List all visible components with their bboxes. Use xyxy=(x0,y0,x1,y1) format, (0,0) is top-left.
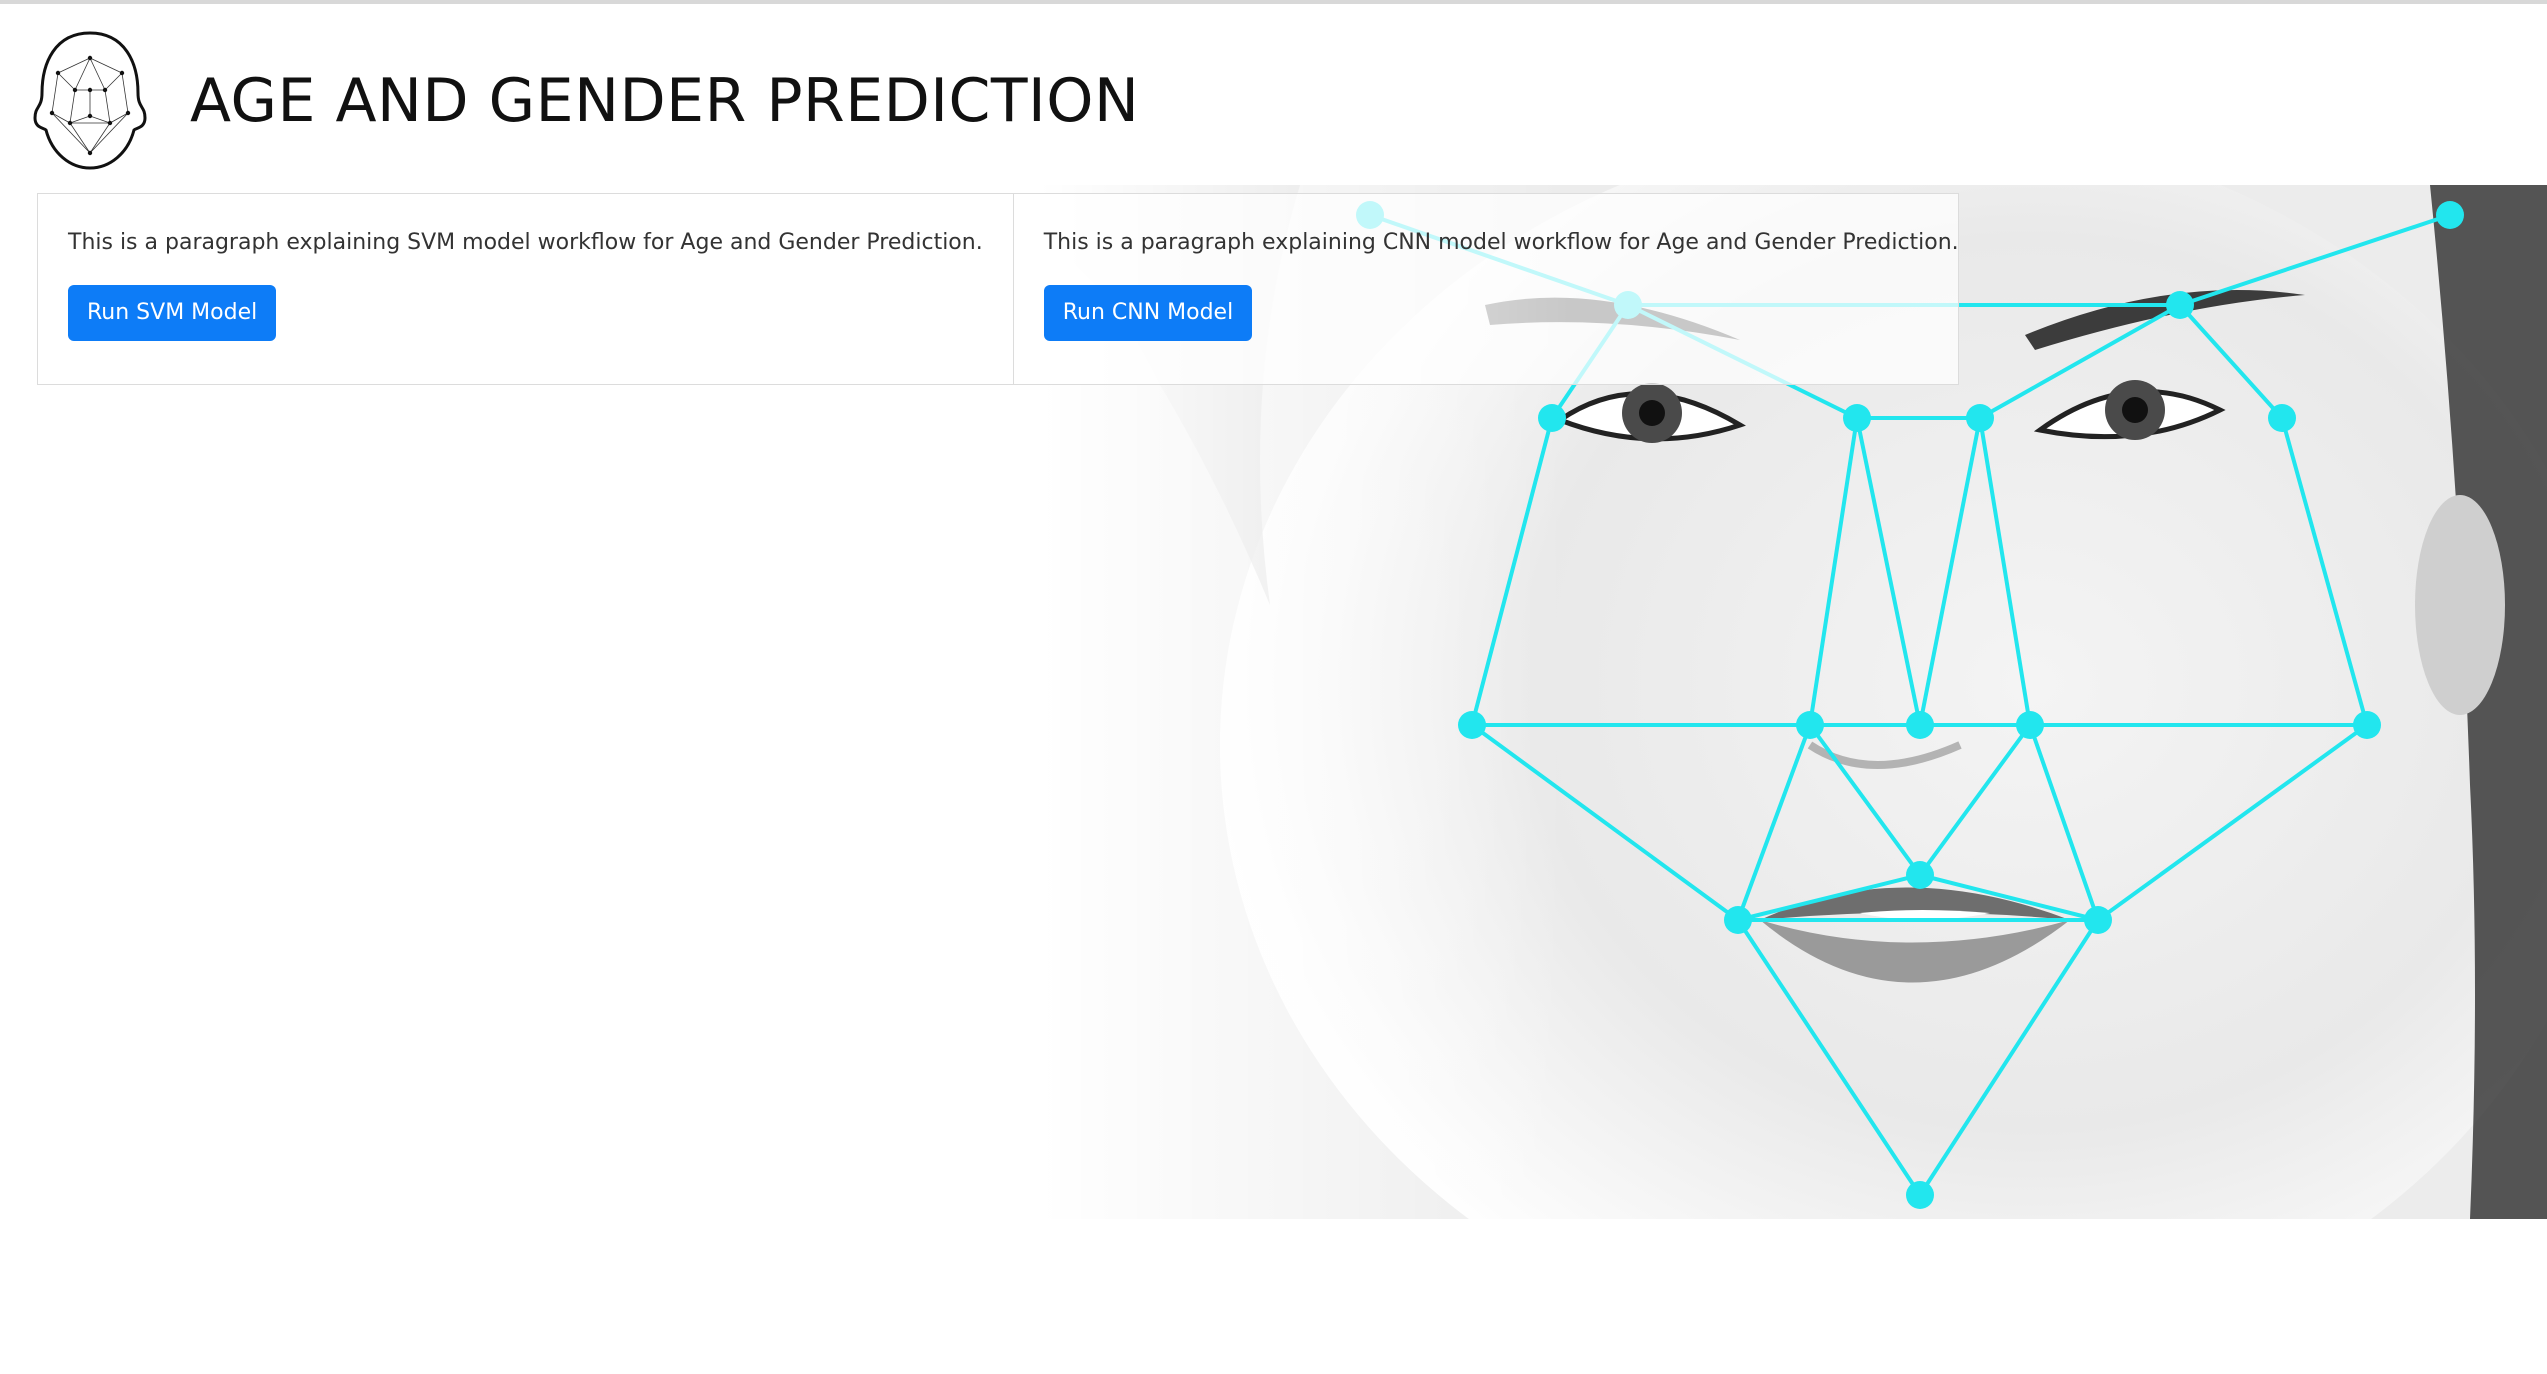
cnn-card: This is a paragraph explaining CNN model… xyxy=(1012,194,1989,384)
cnn-description: This is a paragraph explaining CNN model… xyxy=(1043,230,1959,255)
page: AGE AND GENDER PREDICTION This is a para… xyxy=(0,0,2547,1374)
top-divider xyxy=(0,0,2547,4)
run-svm-button[interactable]: Run SVM Model xyxy=(68,285,277,341)
page-header: AGE AND GENDER PREDICTION xyxy=(30,28,1139,173)
svm-card: This is a paragraph explaining SVM model… xyxy=(38,194,1013,384)
run-cnn-button[interactable]: Run CNN Model xyxy=(1043,285,1253,341)
page-title: AGE AND GENDER PREDICTION xyxy=(190,65,1140,136)
model-cards: This is a paragraph explaining SVM model… xyxy=(37,193,1959,385)
svm-description: This is a paragraph explaining SVM model… xyxy=(68,230,983,255)
face-mesh-icon xyxy=(33,31,147,170)
